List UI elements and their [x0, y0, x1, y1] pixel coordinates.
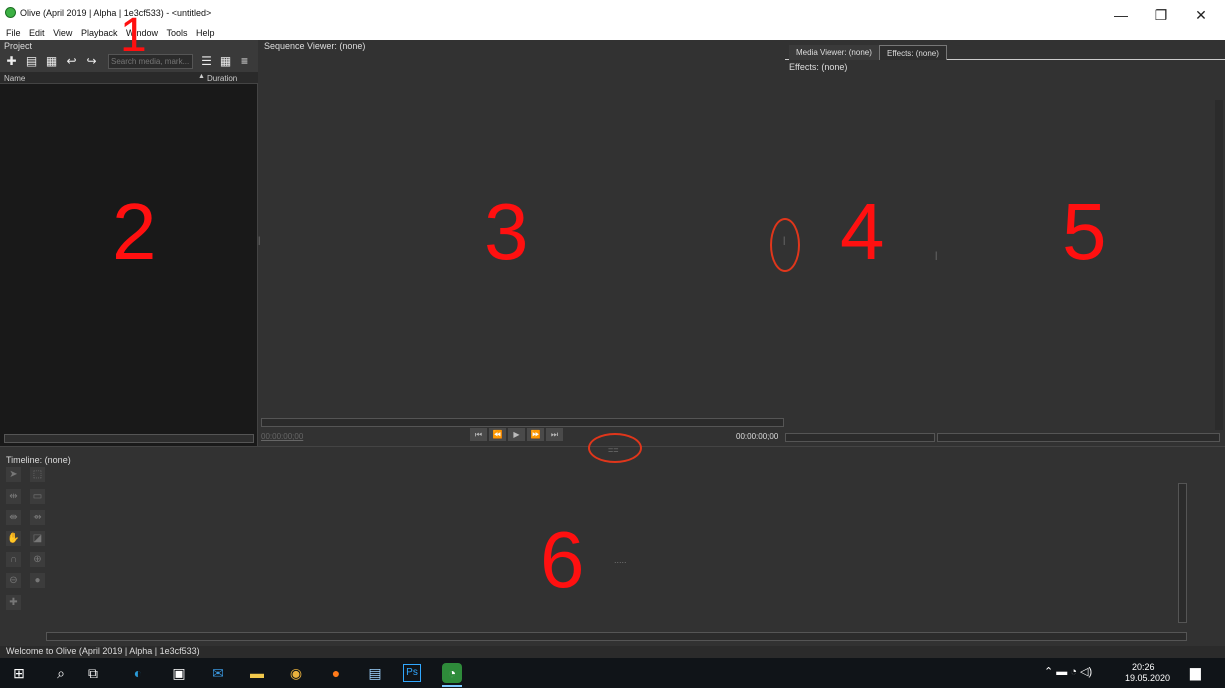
- sequence-horizontal-scrollbar[interactable]: [261, 418, 784, 427]
- effects-vertical-scrollbar[interactable]: [1215, 100, 1223, 430]
- transition-tool-icon[interactable]: ◪: [30, 531, 45, 546]
- annotation-2: 2: [112, 187, 157, 276]
- effects-horizontal-scrollbar-right[interactable]: [937, 433, 1220, 442]
- clock-date[interactable]: 19.05.2020: [1125, 673, 1170, 683]
- active-app-indicator: [442, 685, 462, 687]
- olive-icon[interactable]: ◔: [442, 663, 462, 683]
- edit-tool-icon[interactable]: ⬚: [30, 467, 45, 482]
- pointer-tool-icon[interactable]: ➤: [6, 467, 21, 482]
- open-project-icon[interactable]: ▤: [24, 54, 39, 69]
- sequence-duration: 00:00:00;00: [736, 432, 779, 441]
- column-name[interactable]: Name: [4, 74, 25, 83]
- windows-taskbar: ⊞ ⌕ ⧉ ◐ ▣ ✉ ▬ ◉ ● ▤ Ps ◔ ⌃ ▬ ◔ ◁) 20:26 …: [0, 658, 1225, 688]
- undo-icon[interactable]: ↩: [64, 54, 79, 69]
- hand-tool-icon[interactable]: ✋: [6, 531, 21, 546]
- annotation-1: 1: [120, 9, 147, 62]
- photoshop-icon[interactable]: Ps: [403, 664, 421, 682]
- task-view-icon[interactable]: ⧉: [82, 663, 104, 683]
- store-icon[interactable]: ▣: [168, 663, 190, 683]
- zoom-in-icon[interactable]: ⊕: [30, 552, 45, 567]
- annotation-6: 6: [540, 515, 585, 604]
- clock-time[interactable]: 20:26: [1132, 662, 1155, 672]
- system-tray-icons[interactable]: ⌃ ▬ ◔ ◁): [1044, 665, 1092, 678]
- fast-forward-icon[interactable]: ⏩: [527, 428, 544, 441]
- redo-icon[interactable]: ↪: [84, 54, 99, 69]
- slip-tool-icon[interactable]: ⇴: [30, 510, 45, 525]
- record-icon[interactable]: ●: [30, 573, 45, 588]
- search-icon[interactable]: ⌕: [50, 663, 72, 683]
- menu-file[interactable]: File: [6, 28, 21, 38]
- olive-app-icon: [5, 7, 16, 18]
- play-icon[interactable]: ▶: [508, 428, 525, 441]
- new-item-icon[interactable]: ✚: [4, 54, 19, 69]
- maximize-button[interactable]: ❐: [1145, 5, 1177, 25]
- timeline-panel: == Timeline: (none) ➤ ⬚ ⇹ ▭ ⇼ ⇴ ✋ ◪ ∩ ⊕ …: [0, 445, 1225, 646]
- left-splitter-handle[interactable]: |: [258, 235, 260, 245]
- menu-edit[interactable]: Edit: [29, 28, 45, 38]
- menu-help[interactable]: Help: [196, 28, 215, 38]
- project-column-header: Name ▲ Duration: [0, 72, 258, 84]
- notes-icon[interactable]: ▤: [364, 663, 386, 683]
- add-track-icon[interactable]: ✚: [6, 595, 21, 610]
- edge-icon[interactable]: ◐: [127, 663, 149, 683]
- menu-view[interactable]: View: [53, 28, 72, 38]
- list-view-icon[interactable]: ☰: [199, 54, 214, 69]
- window-title: Olive (April 2019 | Alpha | 1e3cf533) - …: [20, 8, 212, 18]
- file-explorer-icon[interactable]: ▬: [246, 663, 268, 683]
- mail-icon[interactable]: ✉: [207, 663, 229, 683]
- windows-start-icon[interactable]: ⊞: [8, 663, 30, 683]
- razor-tool-icon[interactable]: ⇼: [6, 510, 21, 525]
- chrome-icon[interactable]: ◉: [285, 663, 307, 683]
- go-to-start-icon[interactable]: ⏮: [470, 428, 487, 441]
- go-to-end-icon[interactable]: ⏭: [546, 428, 563, 441]
- annotation-4: 4: [840, 187, 885, 276]
- menu-tools[interactable]: Tools: [167, 28, 188, 38]
- effects-horizontal-scrollbar-left[interactable]: [785, 433, 935, 442]
- effects-splitter-handle[interactable]: |: [935, 250, 937, 260]
- save-project-icon[interactable]: ▦: [44, 54, 59, 69]
- menu-bar: File Edit View Playback Window Tools Hel…: [0, 28, 1225, 40]
- column-duration[interactable]: Duration: [207, 74, 237, 83]
- icon-view-icon[interactable]: ▦: [218, 54, 233, 69]
- notifications-icon[interactable]: ▆: [1190, 664, 1201, 681]
- menu-playback[interactable]: Playback: [81, 28, 118, 38]
- right-panel-tabs: Media Viewer: (none) Effects: (none): [785, 45, 1225, 60]
- project-horizontal-scrollbar[interactable]: [4, 434, 254, 443]
- zoom-out-icon[interactable]: ⊖: [6, 573, 21, 588]
- firefox-icon[interactable]: ●: [325, 663, 347, 683]
- annotation-ellipse-timeline-handle: [588, 433, 642, 463]
- annotation-3: 3: [484, 187, 529, 276]
- tab-effects[interactable]: Effects: (none): [879, 45, 947, 60]
- timeline-vertical-scrollbar[interactable]: [1178, 483, 1187, 623]
- status-bar: Welcome to Olive (April 2019 | Alpha | 1…: [0, 646, 1225, 658]
- tab-media-viewer[interactable]: Media Viewer: (none): [789, 45, 879, 60]
- sequence-current-time[interactable]: 00:00:00;00: [261, 432, 303, 441]
- close-button[interactable]: ✕: [1185, 5, 1217, 25]
- title-bar: Olive (April 2019 | Alpha | 1e3cf533) - …: [0, 0, 1225, 28]
- sequence-viewer-title: Sequence Viewer: (none): [264, 41, 366, 51]
- timeline-horizontal-scrollbar[interactable]: [46, 632, 1187, 641]
- tree-view-icon[interactable]: ≡: [237, 54, 252, 69]
- rewind-icon[interactable]: ⏪: [489, 428, 506, 441]
- rolling-tool-icon[interactable]: ▭: [30, 489, 45, 504]
- effects-label: Effects: (none): [789, 62, 848, 72]
- sort-ascending-icon: ▲: [198, 73, 205, 80]
- minimize-button[interactable]: —: [1105, 5, 1137, 25]
- ripple-tool-icon[interactable]: ⇹: [6, 489, 21, 504]
- transport-controls: ⏮ ⏪ ▶ ⏩ ⏭: [470, 428, 574, 442]
- snapping-icon[interactable]: ∩: [6, 552, 21, 567]
- annotation-ellipse-splitter: [770, 218, 800, 272]
- timeline-center-handle: .....: [614, 555, 627, 565]
- annotation-5: 5: [1062, 187, 1107, 276]
- timeline-title: Timeline: (none): [6, 455, 71, 465]
